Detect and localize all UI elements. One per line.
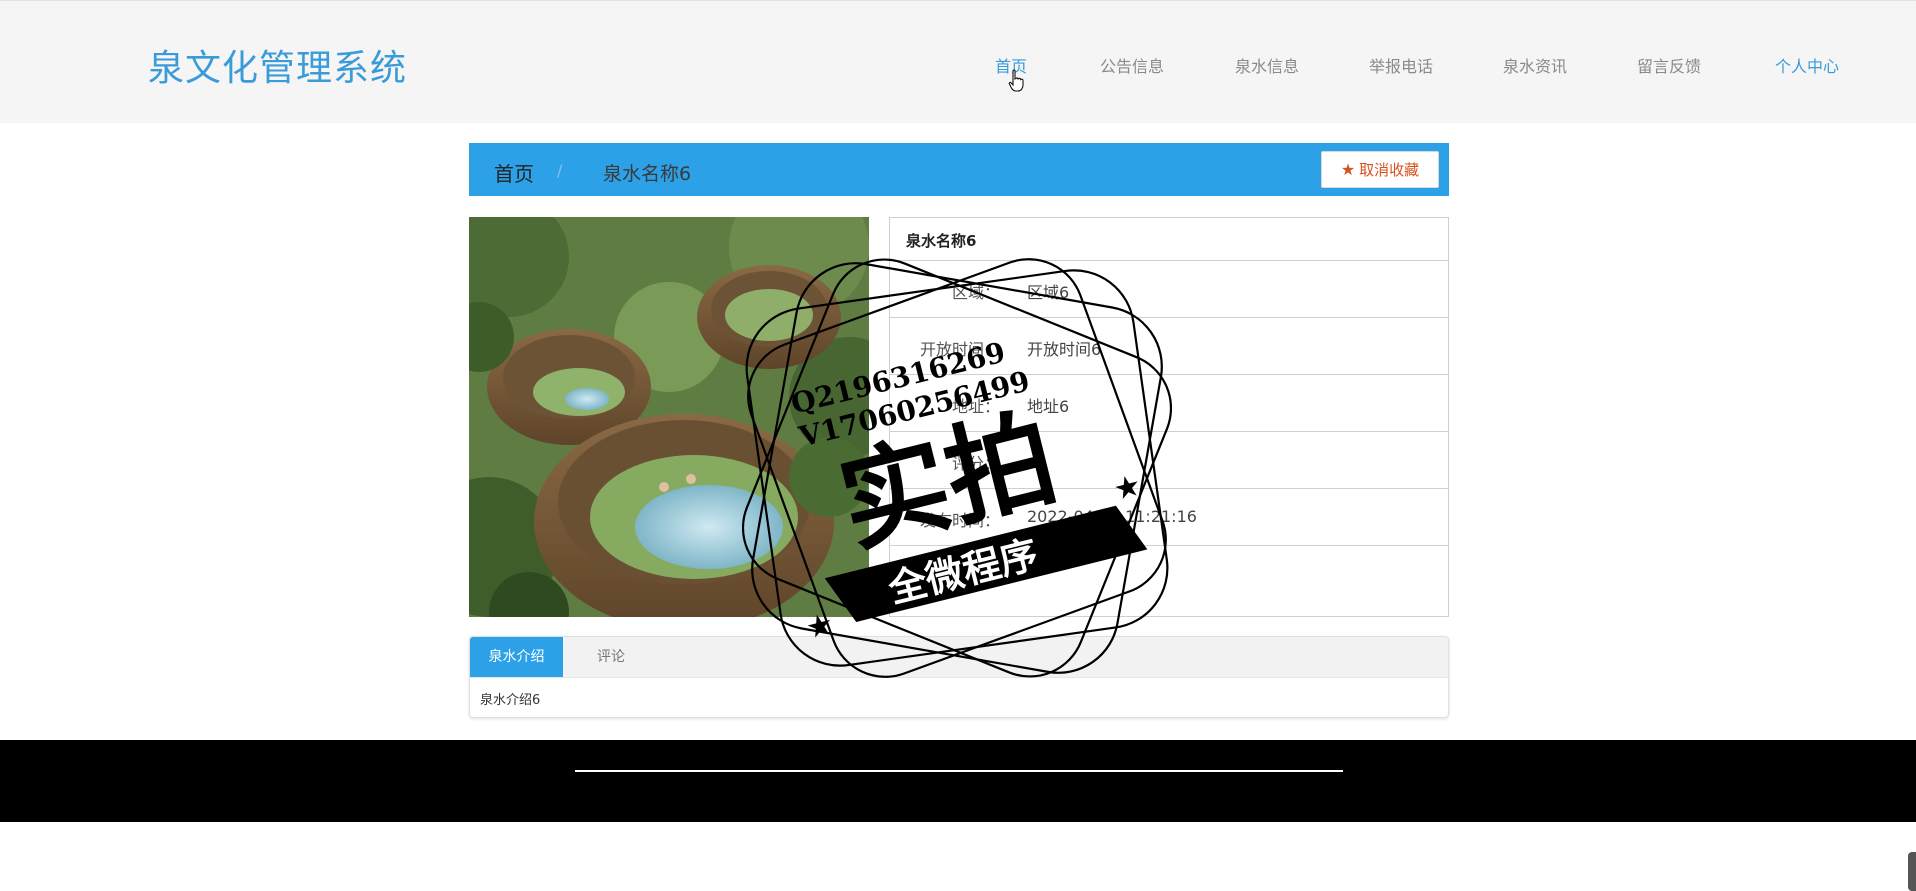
main-nav: 首页 公告信息 泉水信息 举报电话 泉水资讯 留言反馈 个人中心: [0, 53, 1916, 83]
detail-row-address: 地址： 地址6: [890, 375, 1448, 432]
nav-spring-info[interactable]: 泉水信息: [1235, 53, 1299, 77]
detail-row-published: 发布时间： 2022-04-01 11:21:16: [890, 489, 1448, 546]
breadcrumb-home[interactable]: 首页: [494, 158, 534, 187]
nav-user-center[interactable]: 个人中心: [1775, 53, 1839, 77]
nav-report-phone[interactable]: 举报电话: [1369, 53, 1433, 77]
spring-detail-table: 泉水名称6 区域： 区域6 开放时间： 开放时间6 地址： 地址6 评分： 发布…: [889, 217, 1449, 617]
rating-label: 评分：: [951, 454, 1000, 473]
unfavorite-button[interactable]: ★ 取消收藏: [1321, 151, 1439, 188]
hot-spring-pools-image: [469, 217, 869, 617]
detail-title-row: 泉水名称6: [890, 218, 1448, 261]
footer-divider: [575, 770, 1343, 772]
detail-row-rating: 评分：: [890, 432, 1448, 489]
tab-comments[interactable]: 评论: [563, 637, 659, 677]
published-label: 发布时间：: [919, 511, 1000, 530]
nav-announcements[interactable]: 公告信息: [1100, 53, 1164, 77]
scrollbar-thumb[interactable]: [1908, 852, 1916, 891]
spring-name: 泉水名称6: [906, 232, 977, 250]
detail-row-region: 区域： 区域6: [890, 261, 1448, 318]
address-label: 地址：: [951, 397, 1000, 416]
published-value: 2022-04-01 11:21:16: [1027, 507, 1197, 526]
tab-bar: 泉水介绍 评论: [470, 637, 1448, 678]
tab-content-text: 泉水介绍6: [480, 693, 541, 708]
star-icon: ★: [1340, 160, 1356, 179]
breadcrumb-separator: /: [557, 161, 563, 180]
hours-label: 开放时间：: [919, 340, 1000, 359]
detail-tabs-panel: 泉水介绍 评论 泉水介绍6: [469, 636, 1449, 718]
nav-spring-news[interactable]: 泉水资讯: [1503, 53, 1567, 77]
tab-introduction[interactable]: 泉水介绍: [470, 637, 563, 677]
region-value: 区域6: [1027, 283, 1070, 302]
spring-photo: [469, 217, 869, 617]
unfavorite-label: 取消收藏: [1359, 161, 1420, 179]
hand-cursor-icon: [1008, 69, 1024, 92]
page-footer: [0, 740, 1916, 822]
breadcrumb-current: 泉水名称6: [603, 163, 692, 185]
hours-value: 开放时间6: [1027, 340, 1102, 359]
breadcrumb: 首页 / 泉水名称6 ★ 取消收藏: [469, 143, 1449, 196]
nav-feedback[interactable]: 留言反馈: [1637, 53, 1701, 77]
top-header: 泉文化管理系统 首页 公告信息 泉水信息 举报电话 泉水资讯 留言反馈 个人中心: [0, 0, 1916, 123]
address-value: 地址6: [1027, 397, 1070, 416]
region-label: 区域：: [951, 283, 1000, 302]
detail-row-hours: 开放时间： 开放时间6: [890, 318, 1448, 375]
